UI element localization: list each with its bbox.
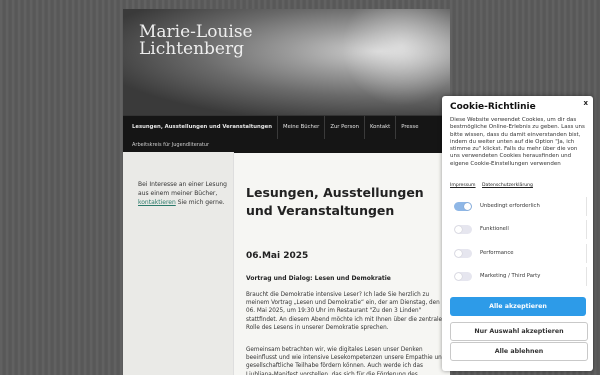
site-title-line2: Lichtenberg — [139, 39, 244, 59]
nav-item-arbeitskreis[interactable]: Arbeitskreis für Jugendliteratur — [123, 139, 450, 153]
close-icon[interactable]: x — [583, 99, 588, 107]
contact-link[interactable]: kontaktieren — [138, 199, 176, 206]
accept-selection-button[interactable]: Nur Auswahl akzeptieren — [450, 322, 588, 341]
toggle-functional[interactable] — [454, 225, 472, 234]
event-paragraph-1: Braucht die Demokratie intensive Leser? … — [246, 292, 443, 331]
sidebar-text-before: Bei Interesse an einer Lesung aus einem … — [138, 181, 227, 197]
option-label: Performance — [480, 250, 514, 256]
site-container: Marie-Louise Lichtenberg Lesungen, Ausst… — [123, 9, 450, 375]
cookie-option-functional: Funktionell — [450, 220, 587, 239]
cookie-option-essential: Unbedingt erforderlich — [450, 197, 587, 216]
cookie-option-performance: Performance — [450, 244, 587, 263]
reject-all-button[interactable]: Alle ablehnen — [450, 342, 588, 361]
nav-item-presse[interactable]: Presse — [395, 116, 423, 139]
site-title[interactable]: Marie-Louise Lichtenberg — [139, 24, 253, 58]
option-label: Funktionell — [480, 226, 509, 232]
nav-item-lesungen[interactable]: Lesungen, Ausstellungen und Veranstaltun… — [127, 116, 277, 139]
impressum-link[interactable]: Impressum — [450, 183, 476, 188]
nav-item-zur-person[interactable]: Zur Person — [324, 116, 364, 139]
page-title: Lesungen, Ausstellungen und Veranstaltun… — [246, 185, 424, 218]
toggle-marketing[interactable] — [454, 272, 472, 281]
option-label: Marketing / Third Party — [480, 273, 541, 279]
nav-item-kontakt[interactable]: Kontakt — [363, 116, 395, 139]
cookie-description: Diese Website verwendet Cookies, um dir … — [450, 117, 585, 167]
event-date: 06.Mai 2025 — [246, 251, 309, 261]
sidebar-text-after: Sie mich gerne. — [175, 199, 225, 206]
event-paragraph-2: Gemeinsam betrachten wir, wie digitales … — [246, 347, 446, 375]
sidebar: Bei Interesse an einer Lesung aus einem … — [123, 152, 234, 375]
header-banner: Marie-Louise Lichtenberg — [123, 9, 450, 115]
cookie-links: Impressum Datenschutzerklärung — [450, 183, 538, 188]
page-content: Bei Interesse an einer Lesung aus einem … — [123, 152, 450, 375]
cookie-option-marketing: Marketing / Third Party — [450, 267, 587, 286]
event-title: Vortrag und Dialog: Lesen und Demokratie — [246, 275, 391, 282]
option-label: Unbedingt erforderlich — [480, 203, 540, 209]
cookie-title: Cookie-Richtlinie — [450, 102, 536, 112]
cookie-dialog: Cookie-Richtlinie x Diese Website verwen… — [442, 96, 593, 371]
accept-all-button[interactable]: Alle akzeptieren — [450, 297, 586, 316]
sidebar-text: Bei Interesse an einer Lesung aus einem … — [138, 180, 228, 207]
nav-item-meine-buecher[interactable]: Meine Bücher — [277, 116, 324, 139]
toggle-performance[interactable] — [454, 249, 472, 258]
datenschutz-link[interactable]: Datenschutzerklärung — [482, 183, 533, 188]
toggle-essential[interactable] — [454, 202, 472, 211]
main-navigation: Lesungen, Ausstellungen und Veranstaltun… — [123, 115, 450, 153]
